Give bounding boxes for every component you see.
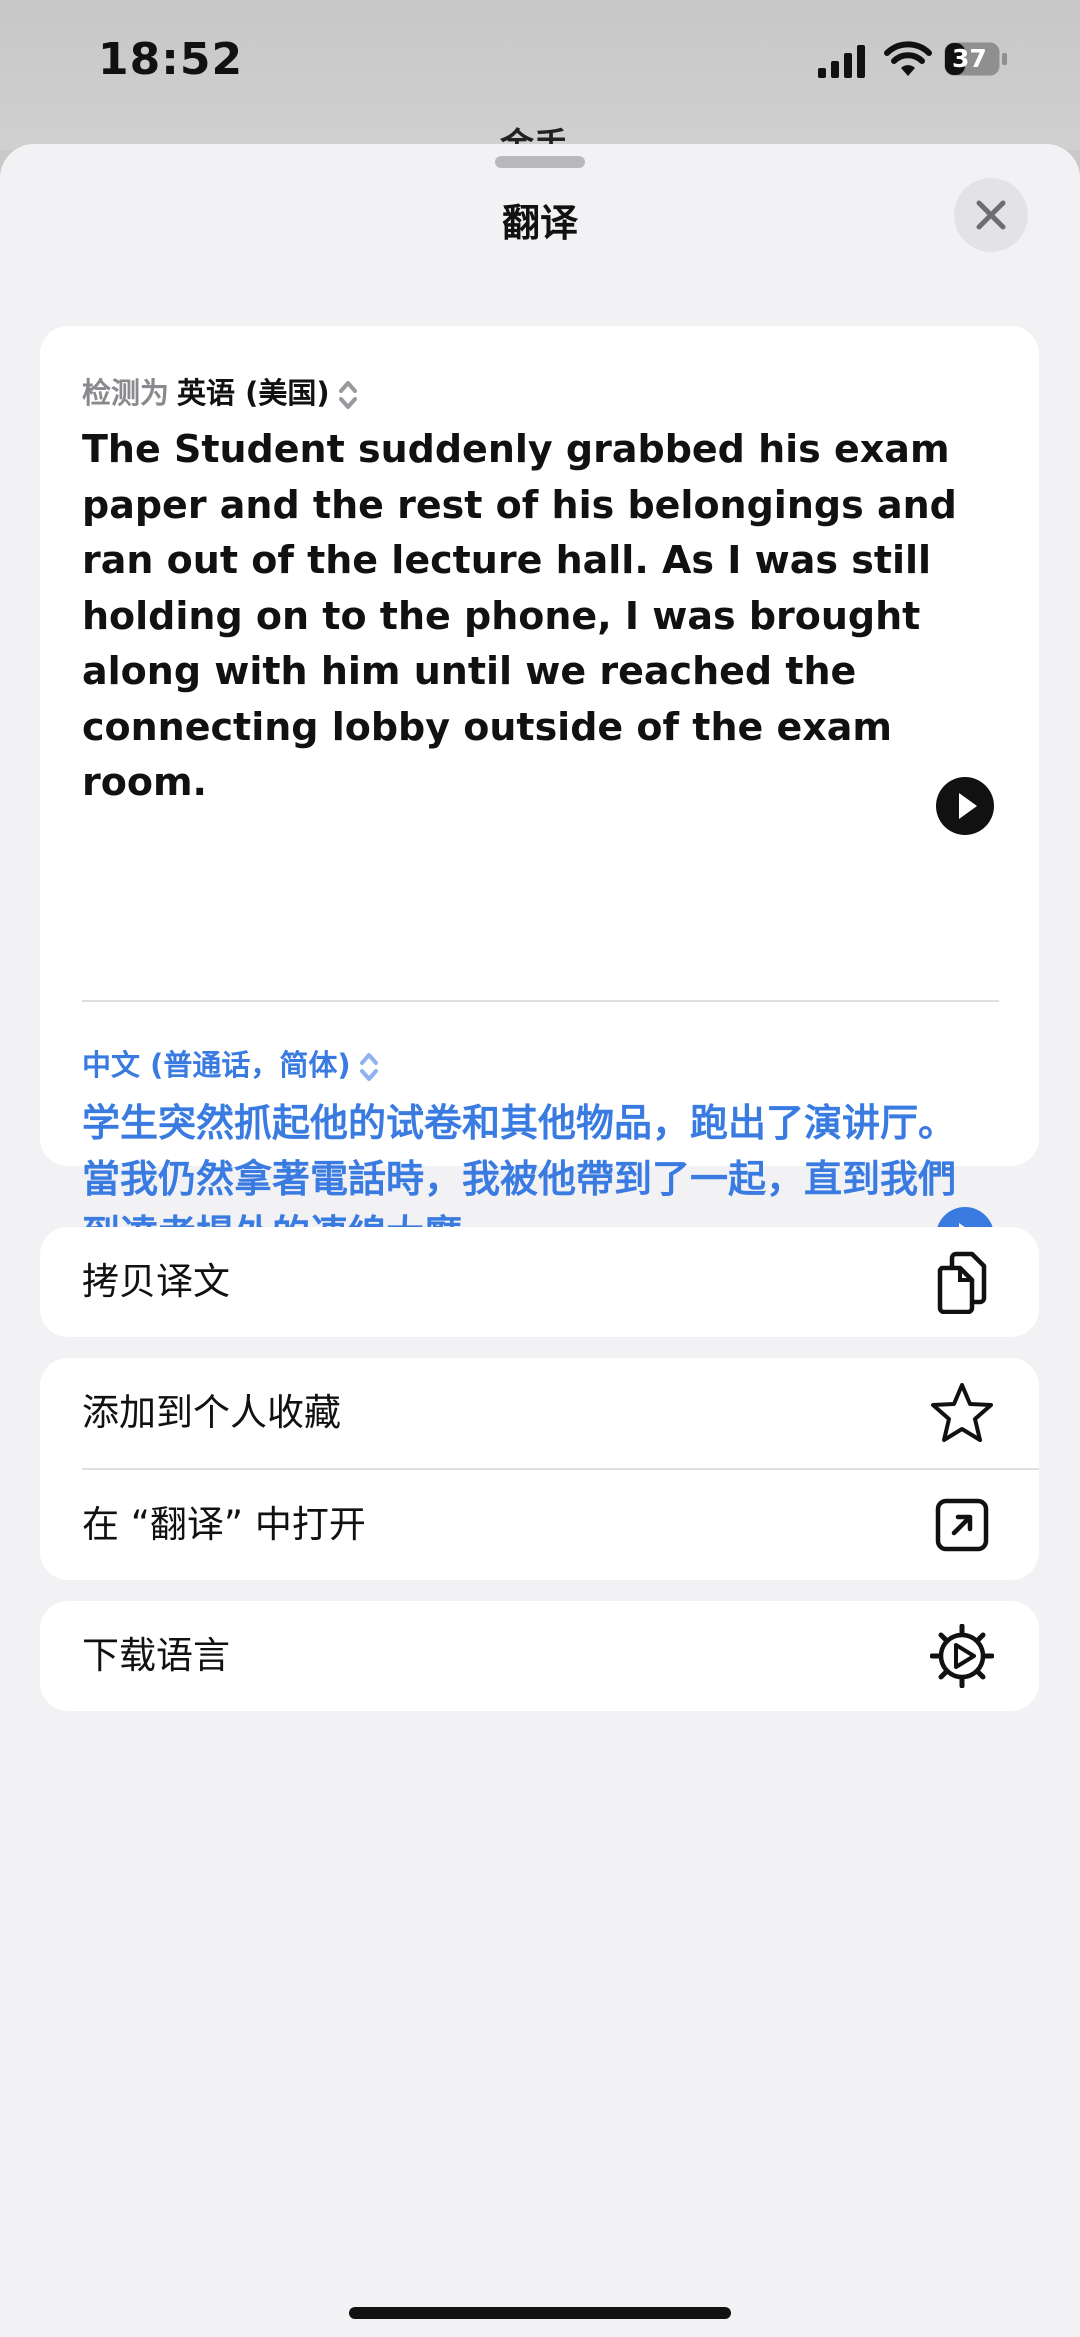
play-icon bbox=[936, 777, 994, 835]
chevron-updown-icon bbox=[338, 381, 357, 409]
download-languages-label: 下载语言 bbox=[82, 1634, 230, 1677]
sheet-grabber[interactable] bbox=[495, 156, 585, 168]
chevron-updown-icon bbox=[359, 1053, 378, 1081]
download-languages-row[interactable]: 下载语言 bbox=[40, 1601, 1039, 1711]
translation-card: 检测为 英语 (美国) The Student suddenly grabbed … bbox=[40, 326, 1039, 1265]
source-language-selector[interactable]: 检测为 英语 (美国) bbox=[82, 370, 358, 412]
source-language: 英语 (美国) bbox=[177, 376, 330, 410]
open-external-icon bbox=[935, 1498, 989, 1552]
open-in-translate-label: 在 “翻译” 中打开 bbox=[82, 1503, 366, 1546]
card-divider bbox=[82, 1000, 999, 1002]
play-source-button[interactable] bbox=[935, 776, 995, 836]
copy-translation-row[interactable]: 拷贝译文 bbox=[40, 1227, 1039, 1337]
star-icon bbox=[931, 1383, 993, 1442]
target-language-selector[interactable]: 中文 (普通话，简体) bbox=[82, 1042, 379, 1084]
copy-translation-label: 拷贝译文 bbox=[82, 1260, 230, 1303]
source-text: The Student suddenly grabbed his exam pa… bbox=[82, 427, 957, 804]
detect-prefix: 检测为 bbox=[82, 376, 170, 410]
copy-card: 拷贝译文 bbox=[40, 1227, 1039, 1337]
add-favorite-label: 添加到个人收藏 bbox=[82, 1391, 341, 1434]
wifi-icon bbox=[884, 41, 932, 76]
battery-icon: 37 bbox=[944, 42, 1008, 76]
close-icon bbox=[976, 200, 1006, 230]
cellular-signal-icon bbox=[818, 45, 865, 78]
sheet-title: 翻译 bbox=[501, 201, 578, 245]
copy-icon bbox=[937, 1251, 987, 1314]
add-favorite-row[interactable]: 添加到个人收藏 bbox=[40, 1358, 1039, 1468]
close-button[interactable] bbox=[954, 178, 1028, 252]
favorite-open-card: 添加到个人收藏 在 “翻译” 中打开 bbox=[40, 1358, 1039, 1580]
status-bar: 18:52 37 金手 bbox=[0, 0, 1080, 166]
target-language: 中文 (普通话，简体) bbox=[82, 1048, 351, 1082]
download-card: 下载语言 bbox=[40, 1601, 1039, 1711]
status-time: 18:52 bbox=[98, 34, 244, 85]
battery-level: 37 bbox=[952, 44, 987, 73]
gear-play-icon bbox=[930, 1624, 994, 1688]
open-in-translate-row[interactable]: 在 “翻译” 中打开 bbox=[40, 1470, 1039, 1580]
home-indicator[interactable] bbox=[349, 2307, 731, 2319]
translate-sheet: 翻译 检测为 英语 (美国) The Student suddenly grabb… bbox=[0, 144, 1080, 2337]
